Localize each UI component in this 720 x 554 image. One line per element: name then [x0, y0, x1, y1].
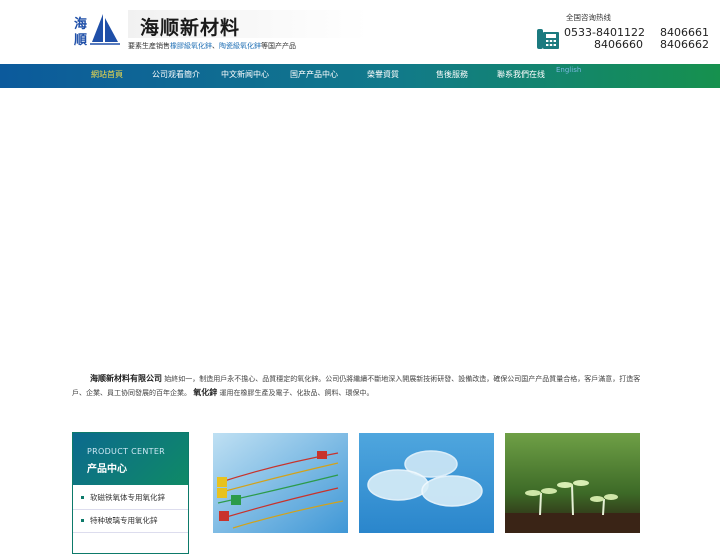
- nav-item-english[interactable]: English: [556, 66, 581, 74]
- sidebar-title-cn: 产品中心: [87, 464, 127, 475]
- intro-keyword[interactable]: 氧化鋅: [193, 388, 217, 397]
- sidebar-title-en: PRODUCT CENTER: [87, 447, 166, 456]
- nav-item-service[interactable]: 售後服務: [436, 64, 468, 88]
- tagline: 要素生産销售橡膠級氧化鋅、陶瓷級氧化鋅等国产产品: [128, 41, 296, 51]
- hotline-label: 全国咨询热线: [566, 13, 611, 22]
- brand-name: 海顺新材料: [140, 17, 241, 39]
- nav-item-home[interactable]: 網站首頁: [91, 64, 123, 88]
- tagline-sep: 、: [212, 42, 219, 50]
- tagline-link-rubber[interactable]: 橡膠級氧化鋅: [170, 42, 212, 50]
- phone-number-3: 8406660: [594, 38, 643, 51]
- tagline-link-ceramic[interactable]: 陶瓷級氧化鋅: [219, 42, 261, 50]
- sidebar-item-special-glass[interactable]: 特种玻璃专用氧化鋅: [73, 510, 188, 533]
- tagline-suffix: 等国产产品: [261, 42, 296, 50]
- nav-item-about[interactable]: 公司观看簡介: [152, 64, 200, 88]
- sailboat-logo-icon[interactable]: 海 順: [72, 12, 122, 48]
- seedlings-image: [505, 433, 640, 533]
- cable-ties-image: [213, 433, 348, 533]
- main-nav: 網站首頁 公司观看簡介 中文新闻中心 国产产品中心 榮譽資質 售後服務 聯系我們…: [0, 64, 720, 88]
- nav-item-honors[interactable]: 榮譽資質: [367, 64, 399, 88]
- site-header: 海 順 海顺新材料 要素生産销售橡膠級氧化鋅、陶瓷級氧化鋅等国产产品 全国咨询热…: [0, 0, 720, 64]
- sidebar-item-soft-ferrite[interactable]: 软磁铁氧体专用氧化鋅: [73, 487, 188, 510]
- svg-text:順: 順: [74, 33, 88, 48]
- product-card-seedlings[interactable]: [505, 433, 640, 533]
- phone-number-4: 8406662: [660, 38, 709, 51]
- bullet-icon: [81, 496, 84, 499]
- product-card-glass-discs[interactable]: [359, 433, 494, 533]
- sidebar-header: PRODUCT CENTER 产品中心: [73, 433, 188, 485]
- sidebar-item-label: 软磁铁氧体专用氧化鋅: [90, 493, 165, 502]
- company-intro: 海顺新材料有限公司 始終如一，制造用戶永不擔心、品質穩定的氧化鋅。公司仍將繼續不…: [72, 372, 647, 400]
- telephone-icon: [537, 29, 559, 49]
- nav-item-news[interactable]: 中文新闻中心: [221, 64, 269, 88]
- product-card-cable-ties[interactable]: [213, 433, 348, 533]
- bullet-icon: [81, 519, 84, 522]
- nav-item-products[interactable]: 国产产品中心: [290, 64, 338, 88]
- intro-text-2: 運用在橡膠生產及電子、化妝品、飼料、環保中。: [219, 389, 374, 397]
- tagline-prefix: 要素生産销售: [128, 42, 170, 50]
- svg-text:海: 海: [74, 16, 87, 32]
- glass-discs-image: [359, 433, 494, 533]
- sidebar-item-label: 特种玻璃专用氧化鋅: [90, 516, 158, 525]
- nav-item-contact[interactable]: 聯系我們在线: [497, 64, 545, 88]
- product-center-sidebar: PRODUCT CENTER 产品中心 软磁铁氧体专用氧化鋅 特种玻璃专用氧化鋅: [72, 432, 189, 554]
- intro-company-name: 海顺新材料有限公司: [90, 374, 162, 383]
